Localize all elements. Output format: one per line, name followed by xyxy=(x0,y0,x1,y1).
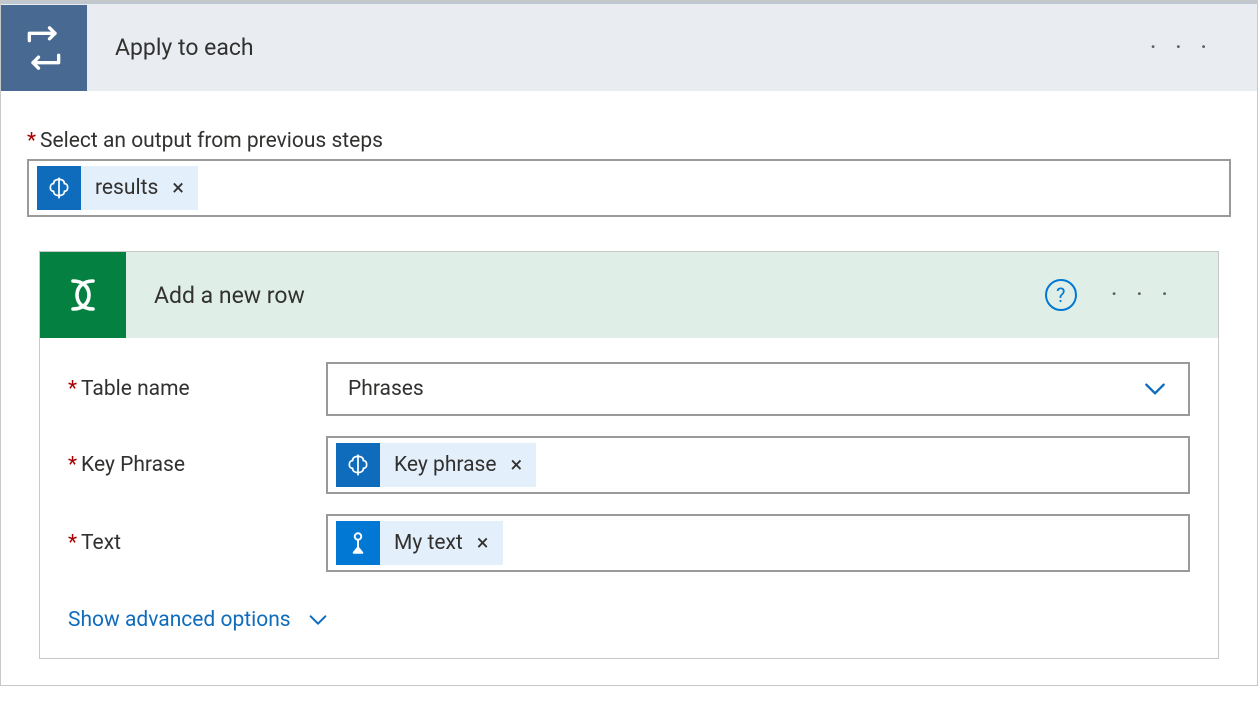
apply-to-each-card: Apply to each · · · *Select an output fr… xyxy=(0,0,1258,686)
token-my-text-remove[interactable]: × xyxy=(477,531,489,556)
add-row-header[interactable]: Add a new row ? · · · xyxy=(40,252,1218,338)
text-input[interactable]: My text × xyxy=(326,514,1190,572)
chevron-down-icon xyxy=(1142,376,1168,402)
row-key-phrase: *Key Phrase xyxy=(68,436,1190,494)
add-row-menu-button[interactable]: · · · xyxy=(1111,282,1174,308)
help-icon[interactable]: ? xyxy=(1045,279,1077,311)
row-table-name: *Table name Phrases xyxy=(68,362,1190,416)
label-key-phrase: *Key Phrase xyxy=(68,453,326,477)
apply-to-each-menu-button[interactable]: · · · xyxy=(1150,35,1213,61)
token-results-remove[interactable]: × xyxy=(172,176,184,201)
token-results[interactable]: results × xyxy=(37,166,198,210)
add-row-form: *Table name Phrases *Key Phrase xyxy=(40,338,1218,602)
token-key-phrase[interactable]: Key phrase × xyxy=(336,443,536,487)
loop-icon xyxy=(1,5,87,91)
select-output-input[interactable]: results × xyxy=(27,159,1231,217)
show-advanced-label: Show advanced options xyxy=(68,608,291,632)
row-text: *Text xyxy=(68,514,1190,572)
brain-icon xyxy=(37,166,81,210)
dataverse-icon xyxy=(40,252,126,338)
token-key-phrase-remove[interactable]: × xyxy=(511,453,523,478)
select-output-label: *Select an output from previous steps xyxy=(27,129,1231,153)
table-name-select[interactable]: Phrases xyxy=(326,362,1190,416)
brain-icon xyxy=(336,443,380,487)
label-text: *Text xyxy=(68,531,326,555)
token-my-text-label: My text xyxy=(394,531,463,555)
chevron-down-icon xyxy=(307,609,329,631)
apply-to-each-title: Apply to each xyxy=(87,34,1150,61)
add-row-card: Add a new row ? · · · *Table name Phrase… xyxy=(39,251,1219,659)
apply-to-each-header[interactable]: Apply to each · · · xyxy=(1,1,1257,91)
table-name-value: Phrases xyxy=(348,377,424,401)
token-my-text[interactable]: My text × xyxy=(336,521,503,565)
token-key-phrase-label: Key phrase xyxy=(394,453,497,477)
label-table-name: *Table name xyxy=(68,377,326,401)
apply-to-each-body: *Select an output from previous steps re… xyxy=(1,91,1257,659)
required-marker: * xyxy=(27,129,36,153)
show-advanced-options[interactable]: Show advanced options xyxy=(40,602,1218,658)
touch-icon xyxy=(336,521,380,565)
add-row-title: Add a new row xyxy=(126,282,1045,309)
key-phrase-input[interactable]: Key phrase × xyxy=(326,436,1190,494)
token-results-label: results xyxy=(95,176,158,200)
